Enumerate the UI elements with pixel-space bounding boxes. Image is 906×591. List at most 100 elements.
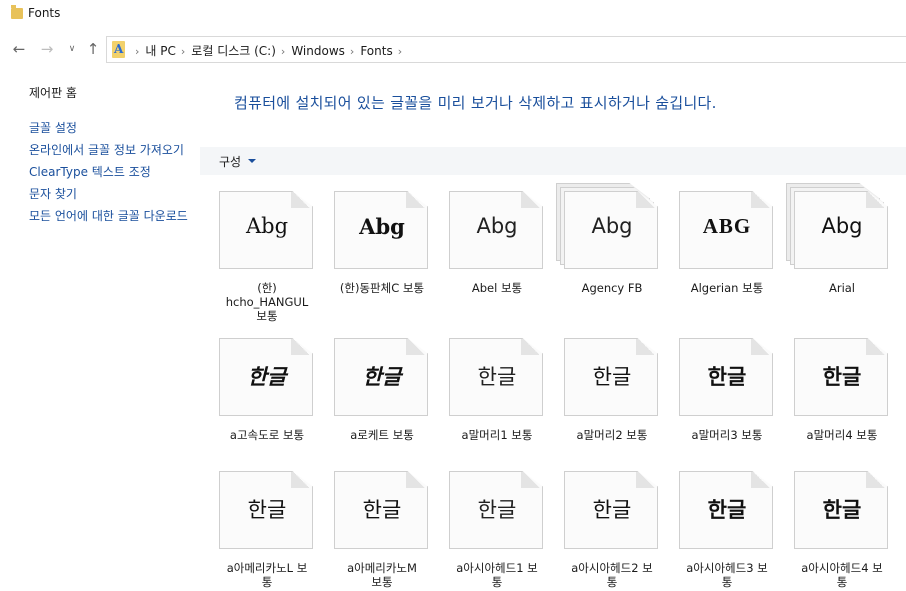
font-sample: 한글 bbox=[592, 365, 632, 389]
font-sample: 한글 bbox=[362, 498, 402, 522]
sidebar-link-char-map[interactable]: 문자 찾기 bbox=[29, 188, 194, 200]
font-file-icon: 한글 bbox=[219, 338, 313, 416]
font-name: Arial bbox=[828, 281, 856, 295]
font-file-icon: 한글 bbox=[449, 338, 543, 416]
font-name: (한) hcho_HANGUL 보통 bbox=[225, 281, 309, 323]
page-fold bbox=[406, 339, 427, 355]
font-preview-page: Abg bbox=[564, 191, 658, 269]
back-arrow-icon[interactable]: ← bbox=[10, 40, 28, 58]
fonts-folder-icon: A bbox=[112, 41, 125, 58]
breadcrumb-item[interactable]: 내 PC bbox=[145, 44, 175, 58]
page-fold bbox=[866, 192, 887, 208]
font-sample: 한글 bbox=[247, 365, 287, 389]
chevron-right-icon[interactable]: › bbox=[281, 45, 285, 58]
page-fold bbox=[636, 472, 657, 488]
font-name: a아시아헤드1 보 통 bbox=[456, 561, 538, 589]
font-name: a아시아헤드3 보 통 bbox=[686, 561, 768, 589]
font-file-icon: 한글 bbox=[334, 338, 428, 416]
sidebar-link-online-info[interactable]: 온라인에서 글꼴 정보 가져오기 bbox=[29, 144, 194, 156]
page-fold bbox=[291, 472, 312, 488]
chevron-right-icon[interactable]: › bbox=[350, 45, 354, 58]
font-preview-page: 한글 bbox=[564, 338, 658, 416]
font-preview-page: ABG bbox=[679, 191, 773, 269]
font-preview-page: Abg bbox=[449, 191, 543, 269]
font-preview-page: 한글 bbox=[794, 471, 888, 549]
font-file-icon: 한글 bbox=[679, 338, 773, 416]
font-sample: Abg bbox=[821, 214, 863, 238]
breadcrumb: › 내 PC › 로컬 디스크 (C:) › Windows › Fonts › bbox=[135, 42, 408, 59]
command-bar: 구성 bbox=[200, 147, 906, 175]
font-sample: 한글 bbox=[822, 365, 862, 389]
breadcrumb-item[interactable]: Fonts bbox=[360, 44, 392, 58]
page-fold bbox=[291, 192, 312, 208]
font-preview-page: 한글 bbox=[449, 471, 543, 549]
chevron-right-icon[interactable]: › bbox=[181, 45, 185, 58]
font-file-icon: Abg bbox=[449, 191, 543, 269]
font-sample: 한글 bbox=[477, 365, 517, 389]
font-sample: 한글 bbox=[822, 498, 862, 522]
font-sample: 한글 bbox=[477, 498, 517, 522]
forward-arrow-icon[interactable]: → bbox=[38, 40, 56, 58]
font-name: a말머리2 보통 bbox=[576, 428, 648, 442]
font-file-icon: 한글 bbox=[449, 471, 543, 549]
font-preview-page: Abg bbox=[219, 191, 313, 269]
font-name: a아시아헤드4 보 통 bbox=[801, 561, 883, 589]
chevron-right-icon[interactable]: › bbox=[398, 45, 402, 58]
page-fold bbox=[866, 472, 887, 488]
font-file-icon: Abg bbox=[219, 191, 313, 269]
recent-dropdown-icon[interactable]: ∨ bbox=[63, 44, 81, 54]
font-name: a아메리카노M 보통 bbox=[347, 561, 417, 589]
font-name: a로케트 보통 bbox=[350, 428, 414, 442]
sidebar-link-cleartype[interactable]: ClearType 텍스트 조정 bbox=[29, 166, 194, 178]
page-fold bbox=[751, 339, 772, 355]
font-sample: Abg bbox=[245, 214, 289, 238]
font-file-icon: 한글 bbox=[334, 471, 428, 549]
page-headline: 컴퓨터에 설치되어 있는 글꼴을 미리 보거나 삭제하고 표시하거나 숨깁니다. bbox=[234, 94, 717, 112]
font-file-icon: ABG bbox=[679, 191, 773, 269]
font-preview-page: 한글 bbox=[679, 471, 773, 549]
font-sample: 한글 bbox=[592, 498, 632, 522]
window-title: Fonts bbox=[28, 6, 61, 20]
font-sample: Abg bbox=[476, 214, 518, 238]
sidebar-home[interactable]: 제어판 홈 bbox=[29, 84, 194, 101]
font-sample: Abg bbox=[359, 214, 405, 239]
navigation-bar: ← → ∨ ↑ A › 내 PC › 로컬 디스크 (C:) › Windows › Font… bbox=[0, 36, 906, 64]
title-bar: Fonts bbox=[0, 0, 906, 30]
sidebar: 제어판 홈 글꼴 설정 온라인에서 글꼴 정보 가져오기 ClearType 텍… bbox=[29, 84, 194, 232]
font-sample: ABG bbox=[702, 214, 752, 238]
page-fold bbox=[406, 472, 427, 488]
page-fold bbox=[521, 192, 542, 208]
font-preview-page: 한글 bbox=[219, 471, 313, 549]
font-file-icon: 한글 bbox=[219, 471, 313, 549]
font-name: a고속도로 보통 bbox=[229, 428, 305, 442]
chevron-right-icon[interactable]: › bbox=[135, 45, 139, 58]
font-name: a말머리1 보통 bbox=[461, 428, 533, 442]
font-file-icon: Abg bbox=[786, 183, 888, 269]
page-fold bbox=[751, 472, 772, 488]
font-file-icon: Abg bbox=[334, 191, 428, 269]
sidebar-link-font-settings[interactable]: 글꼴 설정 bbox=[29, 122, 194, 134]
font-name: Algerian 보통 bbox=[690, 281, 764, 295]
organize-button[interactable]: 구성 bbox=[219, 153, 241, 170]
page-fold bbox=[406, 192, 427, 208]
breadcrumb-item[interactable]: 로컬 디스크 (C:) bbox=[191, 44, 276, 58]
page-fold bbox=[521, 339, 542, 355]
page-fold bbox=[636, 339, 657, 355]
font-preview-page: Abg bbox=[334, 191, 428, 269]
font-name: a말머리4 보통 bbox=[806, 428, 878, 442]
breadcrumb-item[interactable]: Windows bbox=[291, 44, 345, 58]
font-sample: 한글 bbox=[362, 365, 402, 389]
caret-down-icon[interactable] bbox=[248, 159, 256, 163]
font-sample: 한글 bbox=[707, 365, 747, 389]
up-arrow-icon[interactable]: ↑ bbox=[84, 40, 102, 58]
page-fold bbox=[866, 339, 887, 355]
font-preview-page: 한글 bbox=[794, 338, 888, 416]
page-fold bbox=[521, 472, 542, 488]
font-name: Agency FB bbox=[581, 281, 643, 295]
font-file-icon: 한글 bbox=[794, 471, 888, 549]
page-fold bbox=[636, 192, 657, 208]
address-bar[interactable]: A › 내 PC › 로컬 디스크 (C:) › Windows › Fonts › bbox=[106, 36, 906, 63]
font-preview-page: 한글 bbox=[334, 338, 428, 416]
font-file-icon: Abg bbox=[556, 183, 658, 269]
sidebar-link-download-fonts[interactable]: 모든 언어에 대한 글꼴 다운로드 bbox=[29, 210, 194, 222]
